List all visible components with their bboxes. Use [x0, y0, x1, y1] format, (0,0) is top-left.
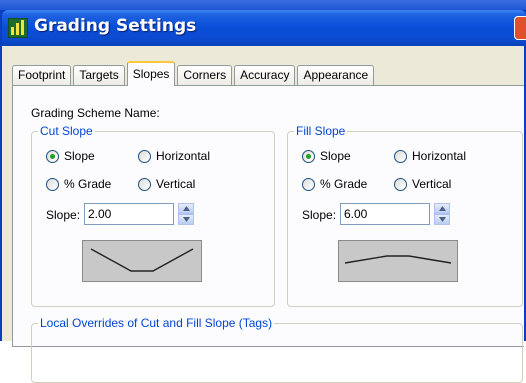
- fill-radio-label: Horizontal: [412, 149, 467, 163]
- radio-selected-icon[interactable]: [302, 149, 315, 163]
- window-title: Grading Settings: [34, 16, 197, 36]
- radio-icon[interactable]: [138, 149, 151, 163]
- cut-slope-radio-horizontal[interactable]: Horizontal: [138, 149, 210, 163]
- fill-slope-group: Fill Slope Slope Horizontal % Grade Vert…: [287, 124, 523, 307]
- grading-scheme-name-label: Grading Scheme Name:: [31, 106, 160, 120]
- radio-icon[interactable]: [46, 177, 59, 191]
- radio-icon[interactable]: [302, 177, 315, 191]
- spin-down-button[interactable]: [178, 214, 194, 225]
- radio-icon[interactable]: [394, 149, 407, 163]
- cut-radio-label: % Grade: [64, 177, 112, 191]
- close-button[interactable]: [514, 16, 526, 40]
- fill-slope-radio-grade[interactable]: % Grade: [302, 177, 367, 191]
- grading-app-icon: [7, 17, 29, 39]
- chevron-down-icon: [182, 217, 190, 222]
- cut-slope-spinner[interactable]: [178, 203, 194, 225]
- tab-strip: Footprint Targets Slopes Corners Accurac…: [12, 61, 376, 86]
- radio-icon[interactable]: [138, 177, 151, 191]
- cut-slope-profile-icon: [82, 240, 202, 282]
- fill-radio-label: Vertical: [412, 177, 452, 191]
- cut-radio-label: Horizontal: [156, 149, 211, 163]
- cut-slope-radio-slope[interactable]: Slope: [46, 149, 95, 163]
- tab-footprint[interactable]: Footprint: [12, 65, 72, 86]
- window-frame: Grading Settings Footprint Targets Slope…: [0, 0, 526, 383]
- fill-radio-label: Slope: [320, 149, 351, 163]
- fill-radio-label: % Grade: [320, 177, 368, 191]
- fill-slope-input[interactable]: [340, 203, 430, 225]
- cut-radio-label: Vertical: [156, 177, 196, 191]
- fill-slope-spinner[interactable]: [434, 203, 450, 225]
- cut-slope-radio-grade[interactable]: % Grade: [46, 177, 111, 191]
- title-bar[interactable]: Grading Settings: [2, 10, 526, 46]
- chevron-up-icon: [438, 206, 446, 211]
- dialog-body: Footprint Targets Slopes Corners Accurac…: [2, 46, 524, 383]
- cut-slope-radio-vertical[interactable]: Vertical: [138, 177, 195, 191]
- background-window-strip: [0, 0, 526, 10]
- cut-radio-label: Slope: [64, 149, 95, 163]
- local-overrides-legend: Local Overrides of Cut and Fill Slope (T…: [38, 316, 275, 330]
- tab-slopes[interactable]: Slopes: [126, 61, 176, 86]
- radio-icon[interactable]: [394, 177, 407, 191]
- cut-slope-group: Cut Slope Slope Horizontal % Grade Verti…: [31, 124, 275, 307]
- tab-appearance[interactable]: Appearance: [297, 65, 375, 86]
- slopes-panel: Grading Scheme Name: Cut Slope Slope Hor…: [12, 85, 524, 383]
- fill-slope-legend: Fill Slope: [294, 124, 348, 138]
- chevron-down-icon: [438, 217, 446, 222]
- spin-down-button[interactable]: [434, 214, 450, 225]
- cut-slope-legend: Cut Slope: [38, 124, 95, 138]
- tab-accuracy[interactable]: Accuracy: [234, 65, 296, 86]
- radio-selected-icon[interactable]: [46, 149, 59, 163]
- chevron-up-icon: [182, 206, 190, 211]
- tab-targets[interactable]: Targets: [73, 65, 125, 86]
- spin-up-button[interactable]: [178, 203, 194, 214]
- cut-slope-input[interactable]: [84, 203, 174, 225]
- tab-corners[interactable]: Corners: [177, 65, 233, 86]
- fill-slope-radio-vertical[interactable]: Vertical: [394, 177, 451, 191]
- spin-up-button[interactable]: [434, 203, 450, 214]
- fill-slope-radio-slope[interactable]: Slope: [302, 149, 351, 163]
- local-overrides-group: Local Overrides of Cut and Fill Slope (T…: [31, 316, 523, 383]
- fill-slope-value-label: Slope:: [302, 208, 337, 222]
- fill-slope-radio-horizontal[interactable]: Horizontal: [394, 149, 466, 163]
- cut-slope-value-label: Slope:: [46, 208, 81, 222]
- fill-slope-profile-icon: [338, 240, 458, 282]
